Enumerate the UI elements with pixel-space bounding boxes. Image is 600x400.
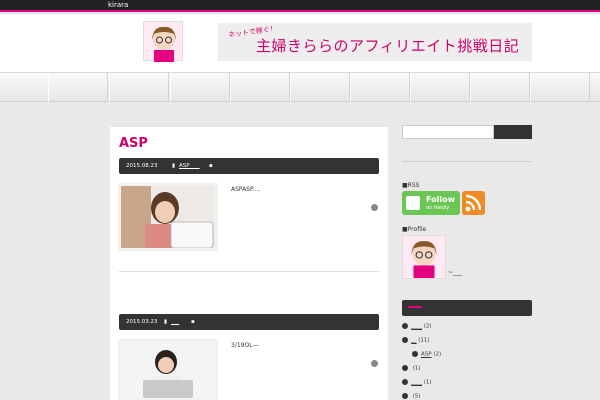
comment-icon: ▪ — [209, 163, 213, 169]
post-category-link[interactable]: ASP ___ — [179, 163, 200, 169]
feedly-icon — [406, 196, 420, 210]
bullet-icon — [412, 351, 418, 357]
search-input[interactable] — [402, 125, 494, 139]
header-accent — [408, 306, 422, 308]
search-button[interactable] — [494, 125, 532, 139]
comment-icon: ▪ — [191, 319, 195, 325]
nav-item[interactable] — [410, 73, 470, 102]
post-meta: 2015.03.23 ▮ ___ ▪ — [119, 314, 379, 330]
nav-item[interactable] — [170, 73, 230, 102]
post-date: 2015.03.23 — [126, 319, 158, 325]
category-item[interactable]: ASP (2) — [412, 351, 441, 358]
post-excerpt: 3/19OL— — [231, 342, 259, 349]
feedly-follow-button[interactable]: Follow on feedly — [402, 191, 460, 215]
post-thumbnail[interactable] — [119, 340, 217, 400]
post-excerpt: ASPASP.... — [231, 186, 261, 193]
feedly-label: Follow — [426, 195, 456, 204]
category-icon: ▮ — [164, 319, 168, 325]
nav-item[interactable] — [530, 73, 590, 102]
profile-heading: ■Profile — [402, 226, 427, 233]
post-divider — [119, 271, 379, 272]
nav-item[interactable] — [470, 73, 530, 102]
category-item[interactable]: (5) — [402, 393, 421, 400]
site-title: 主婦きららのアフィリエイト挑戦日記 — [256, 37, 520, 55]
sidebar: ■RSS Follow on feedly ■Profile ~___ ____… — [402, 125, 532, 400]
category-item[interactable]: ____ (2) — [402, 323, 432, 330]
post-thumbnail[interactable] — [119, 184, 217, 250]
sidebar-divider — [402, 161, 532, 162]
nav-item[interactable] — [350, 73, 410, 102]
page-title: ASP — [119, 136, 148, 151]
feedly-sublabel: on feedly — [426, 205, 450, 211]
rss-icon[interactable] — [462, 191, 485, 215]
site-header: ネットで稼ぐ！ 主婦きららのアフィリエイト挑戦日記 — [0, 14, 600, 72]
bullet-icon — [402, 337, 408, 343]
top-bar: kirara — [0, 0, 600, 12]
category-item[interactable]: __ (11) — [402, 337, 430, 344]
nav-item[interactable] — [48, 73, 108, 102]
post-date: 2015.08.23 — [126, 163, 158, 169]
bullet-icon — [402, 393, 408, 399]
category-icon: ▮ — [172, 163, 176, 169]
bullet-icon — [402, 365, 408, 371]
post-category-link[interactable]: ___ — [171, 319, 179, 325]
read-more-icon[interactable] — [371, 204, 378, 211]
nav-item[interactable] — [230, 73, 290, 102]
bullet-icon — [402, 379, 408, 385]
bullet-icon — [402, 323, 408, 329]
profile-avatar — [402, 235, 446, 279]
rss-heading: ■RSS — [402, 182, 420, 189]
category-item[interactable]: (1) — [402, 365, 421, 372]
site-name[interactable]: kirara — [108, 1, 128, 9]
categories-header — [402, 300, 532, 316]
read-more-icon[interactable] — [371, 360, 378, 367]
post-meta: 2015.08.23 ▮ ASP ___ ▪ — [119, 158, 379, 174]
nav-item[interactable] — [109, 73, 169, 102]
nav-bar — [0, 72, 600, 102]
category-item[interactable]: ____ (1) — [402, 379, 432, 386]
avatar[interactable] — [143, 21, 183, 62]
nav-item[interactable] — [290, 73, 350, 102]
site-title-banner[interactable]: ネットで稼ぐ！ 主婦きららのアフィリエイト挑戦日記 — [218, 23, 532, 61]
main-content: ASP 2015.08.23 ▮ ASP ___ ▪ ASPASP.... 20… — [110, 127, 388, 400]
profile-text: ~___ — [448, 269, 463, 276]
